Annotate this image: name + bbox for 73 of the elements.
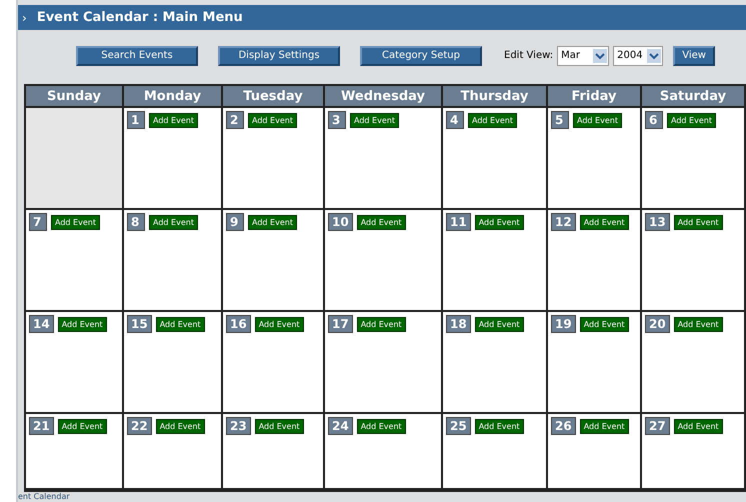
day-number: 15 bbox=[127, 315, 152, 333]
menu-button[interactable]: Search Events bbox=[76, 46, 198, 66]
menu-button[interactable]: Category Setup bbox=[360, 46, 482, 66]
menu-button[interactable]: Display Settings bbox=[218, 46, 340, 66]
add-event-button[interactable]: Add Event bbox=[674, 418, 723, 434]
day-number: 25 bbox=[446, 417, 471, 435]
day-number: 23 bbox=[226, 417, 251, 435]
bullet-icon: › bbox=[22, 10, 27, 25]
add-event-button[interactable]: Add Event bbox=[149, 214, 198, 230]
add-event-button[interactable]: Add Event bbox=[156, 418, 205, 434]
weekday-header: Wednesday bbox=[325, 86, 443, 108]
day-number: 6 bbox=[645, 111, 663, 129]
add-event-button[interactable]: Add Event bbox=[248, 214, 297, 230]
add-event-button[interactable]: Add Event bbox=[474, 418, 524, 434]
dropdown-icon bbox=[593, 48, 608, 63]
add-event-button[interactable]: Add Event bbox=[350, 112, 399, 128]
day-number: 16 bbox=[226, 315, 251, 333]
day-number: 18 bbox=[446, 315, 471, 333]
day-number: 17 bbox=[328, 315, 353, 333]
weekday-header: Thursday bbox=[443, 86, 548, 108]
month-select[interactable]: Mar bbox=[557, 46, 610, 66]
day-number: 14 bbox=[29, 315, 54, 333]
day-number: 24 bbox=[328, 417, 353, 435]
dropdown-icon bbox=[647, 48, 662, 63]
day-number: 5 bbox=[551, 111, 569, 129]
day-number: 4 bbox=[446, 111, 464, 129]
add-event-button[interactable]: Add Event bbox=[156, 316, 205, 332]
day-number: 7 bbox=[29, 213, 47, 231]
add-event-button[interactable]: Add Event bbox=[254, 316, 304, 332]
day-number: 12 bbox=[551, 213, 576, 231]
add-event-button[interactable]: Add Event bbox=[356, 214, 406, 230]
day-number: 22 bbox=[127, 417, 152, 435]
add-event-button[interactable]: Add Event bbox=[474, 316, 524, 332]
day-number: 26 bbox=[551, 417, 576, 435]
day-number: 27 bbox=[645, 417, 670, 435]
footer-link[interactable]: ent Calendar bbox=[18, 492, 70, 501]
add-event-button[interactable]: Add Event bbox=[674, 316, 723, 332]
add-event-button[interactable]: Add Event bbox=[149, 112, 198, 128]
day-number: 1 bbox=[127, 111, 145, 129]
add-event-button[interactable]: Add Event bbox=[580, 316, 629, 332]
day-number: 10 bbox=[328, 213, 353, 231]
day-number: 19 bbox=[551, 315, 576, 333]
add-event-button[interactable]: Add Event bbox=[580, 418, 629, 434]
year-select[interactable]: 2004 bbox=[613, 46, 664, 66]
day-number: 8 bbox=[127, 213, 145, 231]
day-number: 11 bbox=[446, 213, 471, 231]
add-event-button[interactable]: Add Event bbox=[254, 418, 304, 434]
weekday-header: Saturday bbox=[642, 86, 746, 108]
weekday-header: Tuesday bbox=[223, 86, 325, 108]
add-event-button[interactable]: Add Event bbox=[248, 112, 297, 128]
day-number: 2 bbox=[226, 111, 244, 129]
add-event-button[interactable]: Add Event bbox=[58, 418, 107, 434]
day-number: 3 bbox=[328, 111, 346, 129]
add-event-button[interactable]: Add Event bbox=[674, 214, 723, 230]
add-event-button[interactable]: Add Event bbox=[58, 316, 107, 332]
add-event-button[interactable]: Add Event bbox=[356, 316, 406, 332]
add-event-button[interactable]: Add Event bbox=[580, 214, 629, 230]
weekday-header: Sunday bbox=[26, 86, 124, 108]
add-event-button[interactable]: Add Event bbox=[667, 112, 716, 128]
add-event-button[interactable]: Add Event bbox=[468, 112, 517, 128]
add-event-button[interactable]: Add Event bbox=[474, 214, 524, 230]
weekday-header: Monday bbox=[124, 86, 223, 108]
day-number: 9 bbox=[226, 213, 244, 231]
view-button[interactable]: View bbox=[673, 46, 716, 66]
add-event-button[interactable]: Add Event bbox=[51, 214, 100, 230]
day-number: 21 bbox=[29, 417, 54, 435]
edit-view-label: Edit View: bbox=[504, 50, 554, 62]
day-number: 13 bbox=[645, 213, 670, 231]
weekday-header: Friday bbox=[548, 86, 642, 108]
day-number: 20 bbox=[645, 315, 670, 333]
add-event-button[interactable]: Add Event bbox=[356, 418, 406, 434]
add-event-button[interactable]: Add Event bbox=[573, 112, 622, 128]
page-title: Event Calendar : Main Menu bbox=[36, 10, 243, 26]
